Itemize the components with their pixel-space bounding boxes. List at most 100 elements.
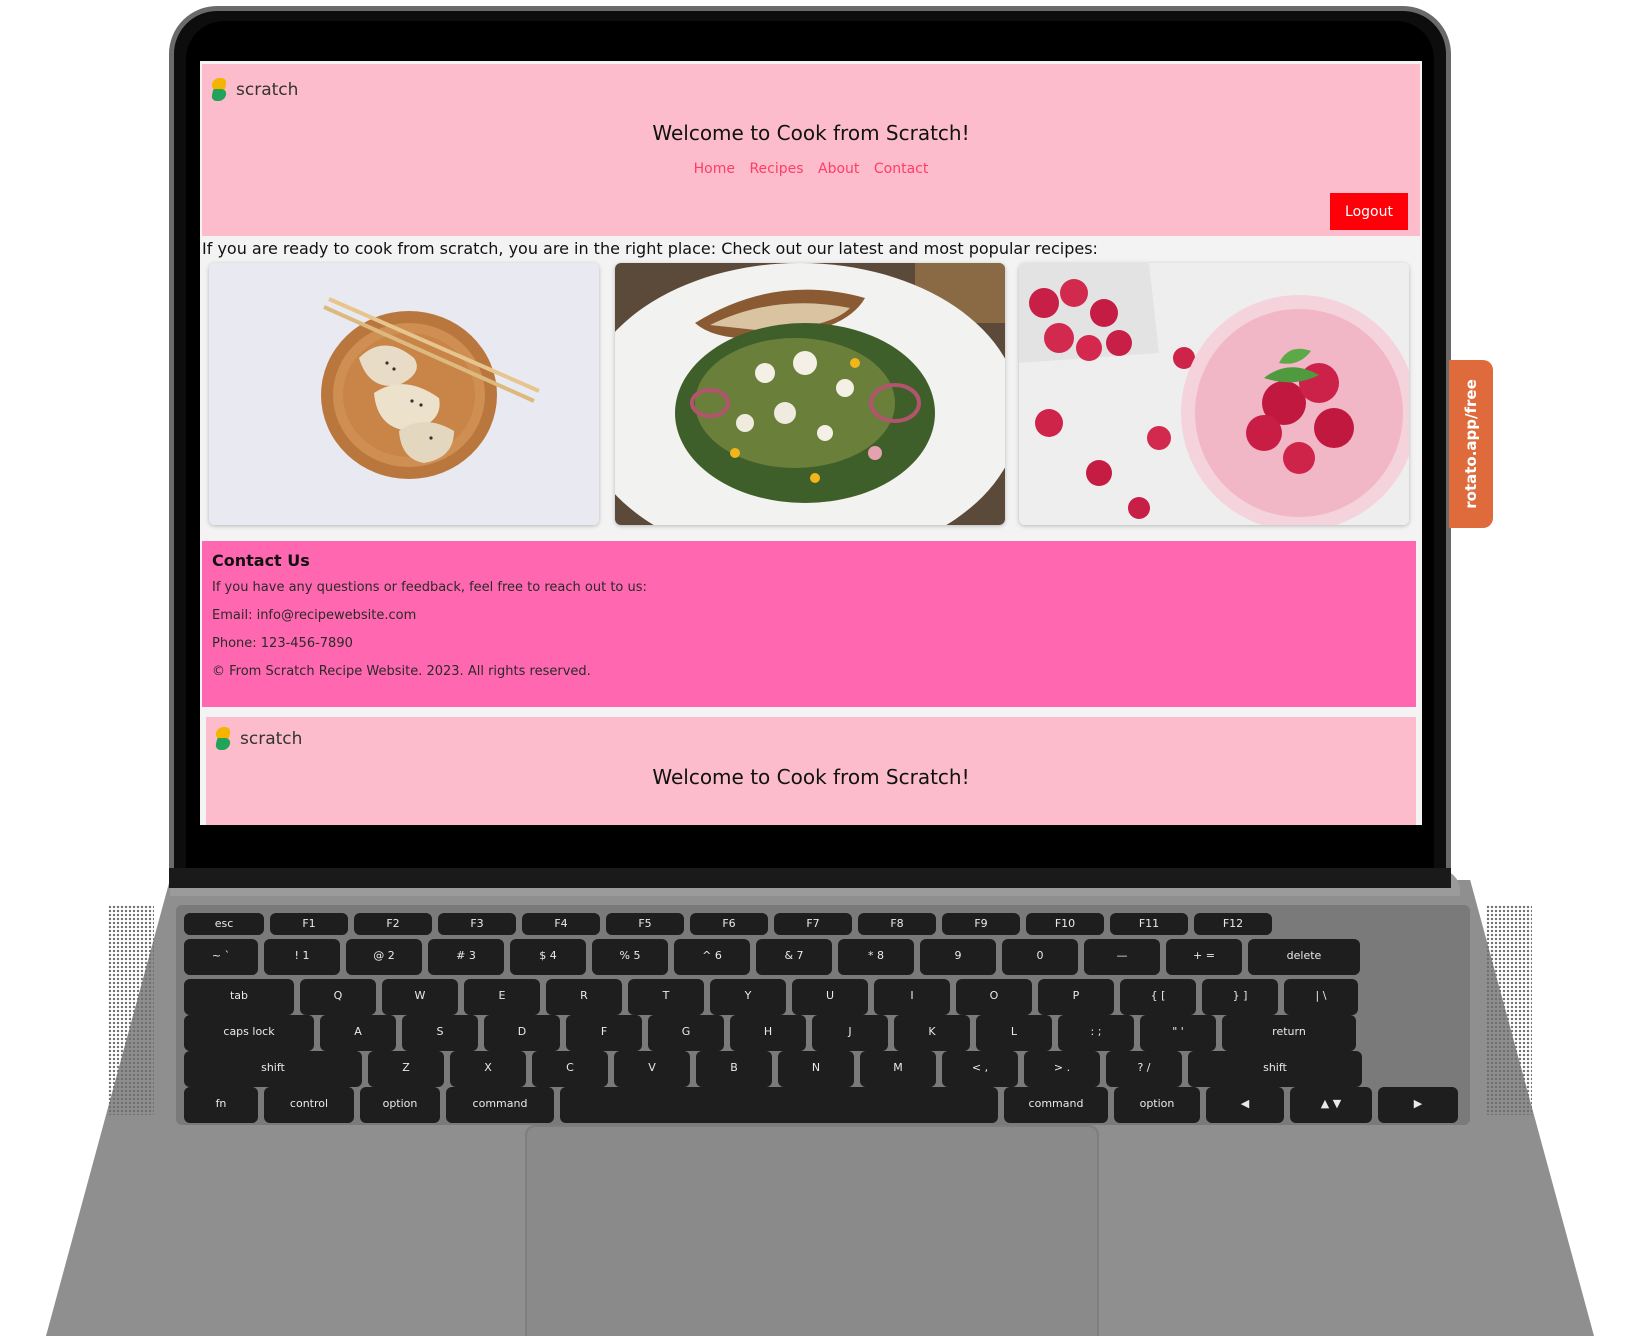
key-number-row-8[interactable]: * 8 (838, 939, 914, 975)
key-label: } ] (1232, 989, 1248, 1002)
key-shift-row-2[interactable]: X (450, 1051, 526, 1087)
key-home-row-2[interactable]: S (402, 1015, 478, 1051)
key-label: % 5 (619, 949, 641, 962)
key-function-row-2[interactable]: F2 (354, 913, 432, 935)
key-number-row-12[interactable]: + = (1166, 939, 1242, 975)
key-shift-row-5[interactable]: B (696, 1051, 772, 1087)
key-function-row-11[interactable]: F11 (1110, 913, 1188, 935)
recipe-card-salad[interactable] (615, 263, 1005, 525)
key-shift-row-9[interactable]: > . (1024, 1051, 1100, 1087)
nav-link-contact[interactable]: Contact (874, 161, 928, 177)
key-number-row-4[interactable]: $ 4 (510, 939, 586, 975)
recipe-card-dumplings[interactable] (209, 263, 599, 525)
key-shift-row-1[interactable]: Z (368, 1051, 444, 1087)
logout-button[interactable]: Logout (1330, 193, 1408, 230)
key-qwerty-row-3[interactable]: E (464, 979, 540, 1015)
key-number-row-10[interactable]: 0 (1002, 939, 1078, 975)
key-function-row-0[interactable]: esc (184, 913, 264, 935)
key-label: R (580, 989, 588, 1002)
key-number-row-0[interactable]: ~ ` (184, 939, 258, 975)
key-home-row-3[interactable]: D (484, 1015, 560, 1051)
key-number-row-13[interactable]: delete (1248, 939, 1360, 975)
key-number-row-2[interactable]: @ 2 (346, 939, 422, 975)
key-label: shift (261, 1061, 285, 1074)
key-home-row-1[interactable]: A (320, 1015, 396, 1051)
key-home-row-6[interactable]: H (730, 1015, 806, 1051)
key-home-row-5[interactable]: G (648, 1015, 724, 1051)
key-bottom-row-8[interactable]: ▲ ▼ (1290, 1087, 1372, 1123)
key-shift-row-4[interactable]: V (614, 1051, 690, 1087)
key-home-row-8[interactable]: K (894, 1015, 970, 1051)
key-label: F4 (554, 917, 568, 930)
key-qwerty-row-8[interactable]: I (874, 979, 950, 1015)
key-function-row-4[interactable]: F4 (522, 913, 600, 935)
key-home-row-4[interactable]: F (566, 1015, 642, 1051)
key-function-row-9[interactable]: F9 (942, 913, 1020, 935)
key-shift-row-3[interactable]: C (532, 1051, 608, 1087)
key-function-row-1[interactable]: F1 (270, 913, 348, 935)
key-qwerty-row-11[interactable]: { [ (1120, 979, 1196, 1015)
key-function-row-5[interactable]: F5 (606, 913, 684, 935)
key-number-row-7[interactable]: & 7 (756, 939, 832, 975)
brand[interactable]: scratch (210, 78, 298, 102)
key-qwerty-row-5[interactable]: T (628, 979, 704, 1015)
key-shift-row-8[interactable]: < , (942, 1051, 1018, 1087)
key-home-row-9[interactable]: L (976, 1015, 1052, 1051)
nav-link-home[interactable]: Home (694, 161, 735, 177)
key-bottom-row-3[interactable]: command (446, 1087, 554, 1123)
key-qwerty-row-2[interactable]: W (382, 979, 458, 1015)
nav-link-about[interactable]: About (818, 161, 859, 177)
key-label: F7 (806, 917, 820, 930)
key-qwerty-row-1[interactable]: Q (300, 979, 376, 1015)
key-shift-row-10[interactable]: ? / (1106, 1051, 1182, 1087)
key-home-row-10[interactable]: : ; (1058, 1015, 1134, 1051)
key-qwerty-row-10[interactable]: P (1038, 979, 1114, 1015)
brand-repeat[interactable]: scratch (214, 727, 302, 751)
key-qwerty-row-7[interactable]: U (792, 979, 868, 1015)
key-bottom-row-7[interactable]: ◀ (1206, 1087, 1284, 1123)
key-qwerty-row-6[interactable]: Y (710, 979, 786, 1015)
key-bottom-row-6[interactable]: option (1114, 1087, 1200, 1123)
key-home-row-0[interactable]: caps lock (184, 1015, 314, 1051)
key-bottom-row-4[interactable] (560, 1087, 998, 1123)
key-bottom-row-5[interactable]: command (1004, 1087, 1108, 1123)
key-shift-row-7[interactable]: M (860, 1051, 936, 1087)
key-qwerty-row-12[interactable]: } ] (1202, 979, 1278, 1015)
key-home-row-11[interactable]: " ' (1140, 1015, 1216, 1051)
key-shift-row-0[interactable]: shift (184, 1051, 362, 1087)
key-number-row-9[interactable]: 9 (920, 939, 996, 975)
key-function-row-8[interactable]: F8 (858, 913, 936, 935)
key-qwerty-row-13[interactable]: | \ (1284, 979, 1358, 1015)
key-function-row-12[interactable]: F12 (1194, 913, 1272, 935)
contact-email[interactable]: Email: info@recipewebsite.com (212, 608, 1406, 623)
rotato-tag[interactable]: rotato.app/free (1449, 360, 1493, 528)
key-label: D (517, 1025, 527, 1038)
key-label: * 8 (868, 949, 884, 962)
key-number-row-6[interactable]: ^ 6 (674, 939, 750, 975)
key-shift-row-6[interactable]: N (778, 1051, 854, 1087)
key-qwerty-row-9[interactable]: O (956, 979, 1032, 1015)
key-bottom-row-1[interactable]: control (264, 1087, 354, 1123)
key-bottom-row-2[interactable]: option (360, 1087, 440, 1123)
key-bottom-row-9[interactable]: ▶ (1378, 1087, 1458, 1123)
key-function-row-3[interactable]: F3 (438, 913, 516, 935)
key-label: C (566, 1061, 574, 1074)
key-number-row-3[interactable]: # 3 (428, 939, 504, 975)
key-number-row-5[interactable]: % 5 (592, 939, 668, 975)
key-number-row-1[interactable]: ! 1 (264, 939, 340, 975)
key-function-row-10[interactable]: F10 (1026, 913, 1104, 935)
key-number-row-11[interactable]: — (1084, 939, 1160, 975)
key-qwerty-row-4[interactable]: R (546, 979, 622, 1015)
key-shift-row-11[interactable]: shift (1188, 1051, 1362, 1087)
key-bottom-row-0[interactable]: fn (184, 1087, 258, 1123)
contact-phone[interactable]: Phone: 123-456-7890 (212, 636, 1406, 651)
trackpad[interactable] (525, 1125, 1099, 1336)
key-home-row-12[interactable]: return (1222, 1015, 1356, 1051)
recipe-card-raspberry-drink[interactable] (1019, 263, 1409, 525)
key-home-row-7[interactable]: J (812, 1015, 888, 1051)
key-qwerty-row-0[interactable]: tab (184, 979, 294, 1015)
key-function-row-7[interactable]: F7 (774, 913, 852, 935)
key-function-row-6[interactable]: F6 (690, 913, 768, 935)
nav-link-recipes[interactable]: Recipes (749, 161, 803, 177)
key-label: J (848, 1025, 852, 1038)
